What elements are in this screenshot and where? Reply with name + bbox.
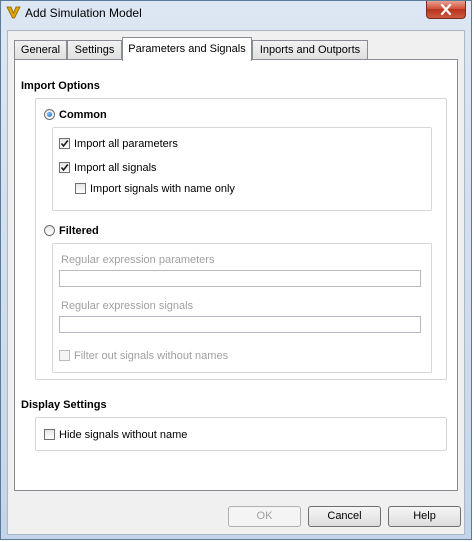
common-radio-row[interactable]: Common bbox=[44, 107, 107, 122]
import-signals-with-name-only-row[interactable]: Import signals with name only bbox=[75, 181, 235, 196]
import-all-parameters-label: Import all parameters bbox=[74, 137, 178, 150]
tab-panel: Import Options Common Import all paramet… bbox=[14, 59, 458, 491]
tab-strip: General Settings Parameters and Signals … bbox=[14, 37, 458, 61]
tab-general[interactable]: General bbox=[14, 40, 67, 59]
close-button[interactable] bbox=[426, 1, 466, 19]
filtered-radio[interactable] bbox=[44, 225, 55, 236]
import-all-signals-checkbox[interactable] bbox=[59, 162, 70, 173]
checkmark-icon bbox=[60, 164, 69, 172]
regex-parameters-input[interactable] bbox=[59, 270, 421, 287]
import-options-title: Import Options bbox=[21, 80, 100, 92]
dialog-body: General Settings Parameters and Signals … bbox=[7, 30, 465, 535]
display-settings-group: Hide signals without name bbox=[35, 417, 447, 451]
tab-settings[interactable]: Settings bbox=[67, 40, 122, 59]
import-signals-with-name-only-label: Import signals with name only bbox=[90, 182, 235, 195]
title-bar[interactable]: Add Simulation Model bbox=[1, 1, 471, 25]
filtered-label: Filtered bbox=[59, 224, 99, 237]
app-logo-icon bbox=[6, 5, 21, 20]
filter-out-unnamed-checkbox[interactable] bbox=[59, 350, 70, 361]
display-settings-title: Display Settings bbox=[21, 399, 107, 411]
tab-parameters-and-signals[interactable]: Parameters and Signals bbox=[122, 37, 252, 61]
dialog-window: Add Simulation Model General Settings Pa… bbox=[0, 0, 472, 540]
common-label: Common bbox=[59, 108, 107, 121]
filtered-radio-row[interactable]: Filtered bbox=[44, 223, 99, 238]
import-options-group: Common Import all parameters Import all … bbox=[35, 98, 447, 380]
hide-signals-without-name-checkbox[interactable] bbox=[44, 429, 55, 440]
checkmark-icon bbox=[60, 140, 69, 148]
regex-signals-label: Regular expression signals bbox=[61, 300, 194, 312]
cancel-button[interactable]: Cancel bbox=[308, 506, 381, 527]
filter-out-unnamed-label: Filter out signals without names bbox=[74, 349, 229, 362]
common-options-group: Import all parameters Import all signals… bbox=[52, 127, 432, 211]
common-radio[interactable] bbox=[44, 109, 55, 120]
import-all-parameters-row[interactable]: Import all parameters bbox=[59, 136, 178, 151]
tab-inports-and-outports[interactable]: Inports and Outports bbox=[252, 40, 368, 59]
filter-out-unnamed-row[interactable]: Filter out signals without names bbox=[59, 348, 228, 363]
import-signals-with-name-only-checkbox[interactable] bbox=[75, 183, 86, 194]
import-all-parameters-checkbox[interactable] bbox=[59, 138, 70, 149]
import-all-signals-label: Import all signals bbox=[74, 161, 157, 174]
regex-parameters-label: Regular expression parameters bbox=[61, 254, 215, 266]
hide-signals-without-name-label: Hide signals without name bbox=[59, 428, 188, 441]
hide-signals-row[interactable]: Hide signals without name bbox=[44, 427, 187, 442]
help-button[interactable]: Help bbox=[388, 506, 461, 527]
regex-signals-input[interactable] bbox=[59, 316, 421, 333]
window-title: Add Simulation Model bbox=[25, 6, 142, 20]
close-icon bbox=[440, 4, 452, 15]
filtered-options-group: Regular expression parameters Regular ex… bbox=[52, 243, 432, 373]
import-all-signals-row[interactable]: Import all signals bbox=[59, 160, 157, 175]
ok-button[interactable]: OK bbox=[228, 506, 301, 527]
